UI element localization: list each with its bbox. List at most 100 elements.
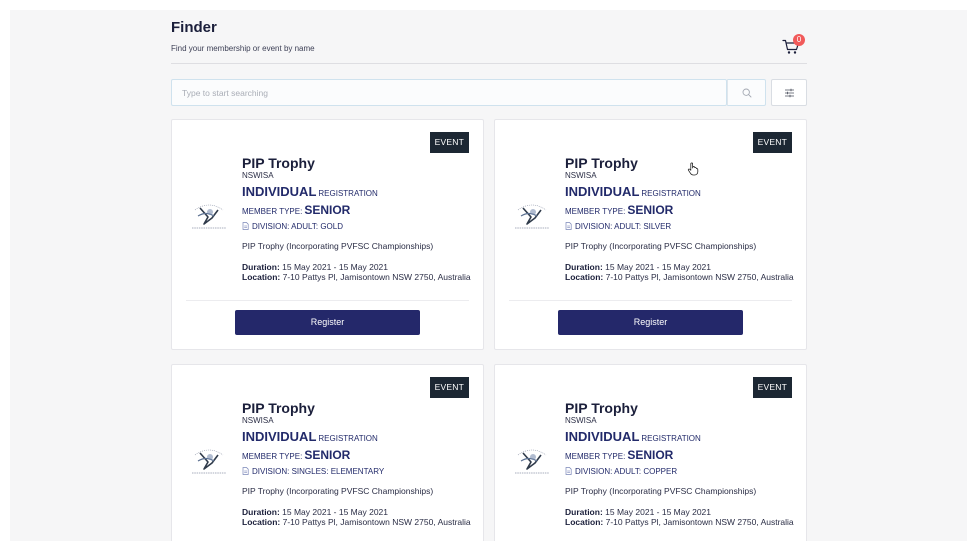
finder-page: Finder Find your membership or event by … (10, 10, 967, 541)
document-icon (565, 222, 572, 230)
finder-header: Finder Find your membership or event by … (171, 18, 807, 64)
member-type-value: SENIOR (627, 448, 674, 462)
location-value: 7-10 Pattys Pl, Jamisontown NSW 2750, Au… (605, 272, 794, 282)
event-badge: EVENT (429, 132, 469, 153)
member-type: MEMBER TYPE: SENIOR (565, 202, 800, 219)
event-card: EVENT PIP Trophy NSWISA INDIVIDUAL REGIST… (171, 119, 484, 350)
card-divider (509, 300, 792, 301)
member-type-label: MEMBER TYPE: (242, 207, 303, 216)
event-name: PIP Trophy (565, 155, 638, 171)
member-type: MEMBER TYPE: SENIOR (242, 447, 477, 464)
registration-type-suffix: REGISTRATION (318, 189, 378, 198)
document-icon (242, 222, 249, 230)
search-button[interactable] (727, 79, 766, 106)
registration-type-suffix: REGISTRATION (641, 189, 701, 198)
filter-button[interactable] (771, 79, 807, 106)
member-type-value: SENIOR (304, 448, 351, 462)
event-badge: EVENT (752, 377, 792, 398)
page-subtitle: Find your membership or event by name (171, 44, 315, 53)
event-meta: Duration: 15 May 2021 - 15 May 2021 Loca… (242, 262, 477, 282)
cart-button[interactable]: 0 (780, 33, 808, 59)
duration-label: Duration: (242, 507, 280, 517)
duration-label: Duration: (565, 262, 603, 272)
page-title: Finder (171, 19, 217, 36)
event-card: EVENT PIP Trophy NSWISA INDIVIDUAL REGIST… (171, 364, 484, 541)
location-label: Location: (242, 272, 281, 282)
division-row: DIVISION: SINGLES: ELEMENTARY (242, 465, 477, 479)
registration-type-suffix: REGISTRATION (318, 434, 378, 443)
register-button[interactable]: Register (558, 310, 743, 335)
duration-value: 15 May 2021 - 15 May 2021 (605, 507, 711, 517)
card-divider (186, 300, 469, 301)
club-logo-icon (515, 449, 549, 474)
location-value: 7-10 Pattys Pl, Jamisontown NSW 2750, Au… (282, 517, 471, 527)
location-value: 7-10 Pattys Pl, Jamisontown NSW 2750, Au… (282, 272, 471, 282)
club-logo-icon (192, 204, 226, 229)
registration-type-value: INDIVIDUAL (565, 184, 640, 199)
member-type-label: MEMBER TYPE: (565, 207, 626, 216)
division-text: DIVISION: ADULT: SILVER (575, 222, 672, 231)
registration-type: INDIVIDUAL REGISTRATION (242, 429, 477, 447)
register-button[interactable]: Register (235, 310, 420, 335)
division-text: DIVISION: SINGLES: ELEMENTARY (252, 467, 385, 476)
event-meta: Duration: 15 May 2021 - 15 May 2021 Loca… (565, 262, 800, 282)
club-logo-icon (192, 449, 226, 474)
event-description: PIP Trophy (Incorporating PVFSC Champion… (242, 241, 434, 251)
registration-type-suffix: REGISTRATION (641, 434, 701, 443)
location-label: Location: (242, 517, 281, 527)
event-meta: Duration: 15 May 2021 - 15 May 2021 Loca… (242, 507, 477, 527)
filter-sliders-icon (785, 88, 794, 98)
search-icon (742, 88, 752, 98)
location-label: Location: (565, 272, 604, 282)
event-details: PIP Trophy NSWISA INDIVIDUAL REGISTRATION… (565, 400, 800, 527)
event-badge: EVENT (752, 132, 792, 153)
search-box (171, 79, 727, 106)
event-organization: NSWISA (565, 416, 597, 425)
event-card: EVENT PIP Trophy NSWISA INDIVIDUAL REGIST… (494, 364, 807, 541)
event-name: PIP Trophy (242, 155, 315, 171)
location-label: Location: (565, 517, 604, 527)
member-type: MEMBER TYPE: SENIOR (242, 202, 477, 219)
member-type-value: SENIOR (627, 203, 674, 217)
event-organization: NSWISA (242, 416, 274, 425)
duration-value: 15 May 2021 - 15 May 2021 (605, 262, 711, 272)
member-type: MEMBER TYPE: SENIOR (565, 447, 800, 464)
event-organization: NSWISA (565, 171, 597, 180)
hand-pointer-icon (687, 162, 699, 176)
registration-type: INDIVIDUAL REGISTRATION (565, 429, 800, 447)
document-icon (242, 467, 249, 475)
cart-count-badge: 0 (793, 34, 805, 46)
division-row: DIVISION: ADULT: COPPER (565, 465, 800, 479)
search-bar (171, 79, 807, 106)
division-row: DIVISION: ADULT: SILVER (565, 220, 800, 234)
registration-type: INDIVIDUAL REGISTRATION (565, 184, 800, 202)
club-logo-icon (515, 204, 549, 229)
registration-type-value: INDIVIDUAL (242, 429, 317, 444)
division-row: DIVISION: ADULT: GOLD (242, 220, 477, 234)
event-meta: Duration: 15 May 2021 - 15 May 2021 Loca… (565, 507, 800, 527)
event-name: PIP Trophy (242, 400, 315, 416)
event-card: EVENT PIP Trophy NSWISA INDIVIDUAL REGIST… (494, 119, 807, 350)
event-description: PIP Trophy (Incorporating PVFSC Champion… (565, 241, 757, 251)
duration-label: Duration: (242, 262, 280, 272)
duration-value: 15 May 2021 - 15 May 2021 (282, 262, 388, 272)
member-type-label: MEMBER TYPE: (565, 452, 626, 461)
document-icon (565, 467, 572, 475)
duration-label: Duration: (565, 507, 603, 517)
event-details: PIP Trophy NSWISA INDIVIDUAL REGISTRATION… (242, 400, 477, 527)
member-type-value: SENIOR (304, 203, 351, 217)
division-text: DIVISION: ADULT: GOLD (252, 222, 343, 231)
event-details: PIP Trophy NSWISA INDIVIDUAL REGISTRATION… (242, 155, 477, 282)
event-description: PIP Trophy (Incorporating PVFSC Champion… (242, 486, 434, 496)
registration-type: INDIVIDUAL REGISTRATION (242, 184, 477, 202)
location-value: 7-10 Pattys Pl, Jamisontown NSW 2750, Au… (605, 517, 794, 527)
registration-type-value: INDIVIDUAL (242, 184, 317, 199)
event-name: PIP Trophy (565, 400, 638, 416)
event-description: PIP Trophy (Incorporating PVFSC Champion… (565, 486, 757, 496)
registration-type-value: INDIVIDUAL (565, 429, 640, 444)
event-badge: EVENT (429, 377, 469, 398)
member-type-label: MEMBER TYPE: (242, 452, 303, 461)
search-input[interactable] (172, 80, 726, 105)
event-details: PIP Trophy NSWISA INDIVIDUAL REGISTRATION… (565, 155, 800, 282)
division-text: DIVISION: ADULT: COPPER (575, 467, 678, 476)
